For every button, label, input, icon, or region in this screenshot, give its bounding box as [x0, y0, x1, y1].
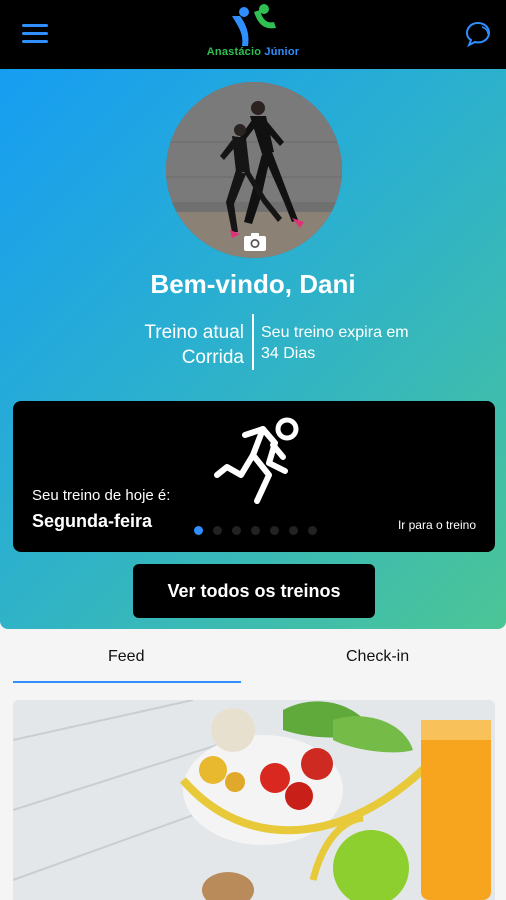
- app-logo: Anastácio Júnior: [203, 4, 303, 66]
- camera-icon: [244, 233, 266, 251]
- active-tab-indicator: [13, 681, 241, 683]
- chat-button[interactable]: [464, 20, 492, 48]
- tab-checkin[interactable]: Check-in: [346, 648, 409, 666]
- go-to-training-link[interactable]: Ir para o treino: [398, 518, 476, 532]
- carousel-dot[interactable]: [194, 526, 203, 535]
- welcome-heading: Bem-vindo, Dani: [150, 269, 356, 299]
- healthy-food-photo: [13, 700, 495, 900]
- view-all-trainings-button[interactable]: Ver todos os treinos: [133, 564, 375, 618]
- current-plan: Treino atual Corrida: [144, 320, 244, 370]
- app-header: Anastácio Júnior: [0, 0, 506, 69]
- feed-post[interactable]: [13, 700, 495, 900]
- today-label: Seu treino de hoje é:: [32, 487, 171, 504]
- plan-label: Treino atual: [144, 322, 244, 343]
- running-person-icon: [214, 417, 299, 504]
- plan-expiry: Seu treino expira em 34 Dias: [261, 322, 409, 364]
- logo-text-main: Anastácio: [206, 46, 262, 58]
- tab-bar: Feed Check-in: [0, 640, 506, 686]
- divider: [252, 314, 254, 370]
- chat-bubble-icon: [465, 21, 491, 48]
- carousel-dot[interactable]: [213, 526, 222, 535]
- hamburger-icon: [22, 24, 48, 27]
- carousel-dot[interactable]: [270, 526, 279, 535]
- logo-text-accent: Júnior: [264, 46, 300, 58]
- profile-hero: Bem-vindo, Dani Treino atual Corrida Seu…: [0, 69, 506, 629]
- carousel-dots: [194, 526, 317, 535]
- carousel-dot[interactable]: [308, 526, 317, 535]
- menu-button[interactable]: [22, 24, 48, 46]
- expiry-value: 34 Dias: [261, 345, 316, 362]
- change-photo-button[interactable]: [243, 232, 267, 252]
- plan-name: Corrida: [181, 347, 244, 368]
- today-training-card[interactable]: Seu treino de hoje é: Segunda-feira Ir p…: [13, 401, 495, 552]
- today-day: Segunda-feira: [32, 511, 153, 531]
- logo-figures-icon: [232, 4, 276, 46]
- carousel-dot[interactable]: [232, 526, 241, 535]
- tab-feed[interactable]: Feed: [108, 648, 144, 666]
- carousel-dot[interactable]: [289, 526, 298, 535]
- expiry-label: Seu treino expira em: [261, 324, 409, 341]
- carousel-dot[interactable]: [251, 526, 260, 535]
